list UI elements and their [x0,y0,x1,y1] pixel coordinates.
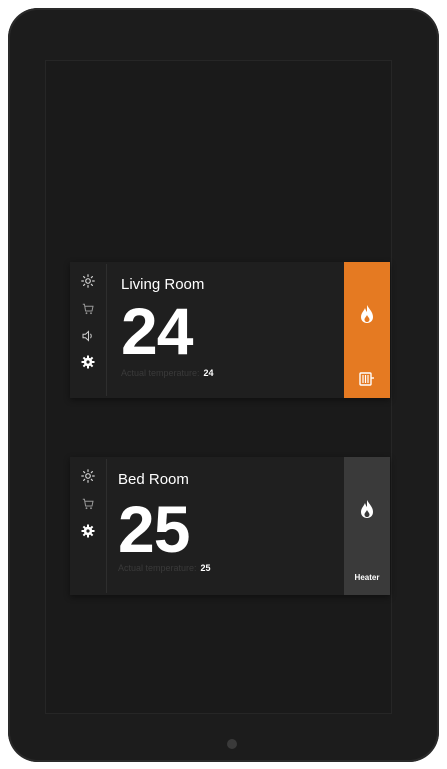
room-name: Living Room [121,276,205,293]
sun-icon[interactable] [81,469,95,488]
heater-toggle[interactable]: Heater [344,457,390,595]
card-divider [106,459,107,593]
set-temperature: 25 [118,492,190,566]
actual-temperature-value: 25 [200,563,211,573]
room-controls [70,457,106,543]
set-temperature: 24 [121,294,193,368]
actual-temperature-label: Actual temperature: [118,563,197,573]
radiator-icon [359,372,375,391]
room-name: Bed Room [118,471,189,488]
card-divider [106,264,107,396]
actual-temperature: Actual temperature: 24 [121,368,214,378]
room-card-living-room: Living Room 24 Actual temperature: 24 [70,262,390,398]
gear-icon[interactable] [81,355,95,374]
cart-icon[interactable] [82,302,94,320]
heater-toggle[interactable] [344,262,390,398]
room-card-bed-room: Bed Room 25 Actual temperature: 25 Heater [70,457,390,595]
speaker-icon[interactable] [82,329,95,347]
gear-icon[interactable] [81,524,95,543]
home-button[interactable] [227,739,237,749]
actual-temperature-value: 24 [203,368,214,378]
sun-icon[interactable] [81,274,95,293]
heater-label: Heater [354,573,380,582]
actual-temperature-label: Actual temperature: [121,368,200,378]
cart-icon[interactable] [82,497,94,515]
flame-icon [360,304,374,329]
room-controls [70,262,106,374]
flame-icon [360,499,374,524]
actual-temperature: Actual temperature: 25 [118,563,211,573]
